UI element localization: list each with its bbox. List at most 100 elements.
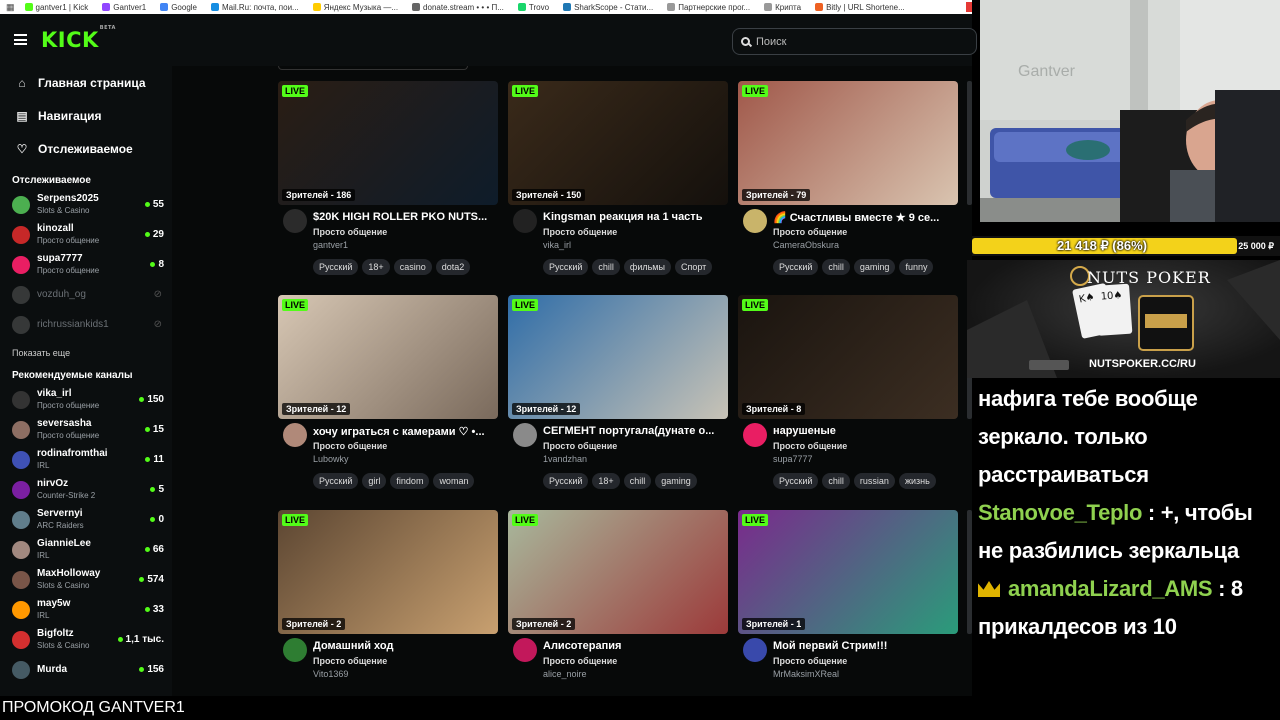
stream-category[interactable]: Просто общение <box>773 441 847 451</box>
kick-logo[interactable]: KICKBETA <box>41 25 115 52</box>
stream-thumbnail[interactable]: LIVE Зрителей - 12 <box>508 295 728 419</box>
avatar[interactable] <box>513 209 537 233</box>
sidebar-channel[interactable]: Servernyi ARC Raiders 0 <box>0 505 172 535</box>
sidebar-channel[interactable]: seversasha Просто общение 15 <box>0 415 172 445</box>
stream-category[interactable]: Просто общение <box>543 227 617 237</box>
sidebar-channel[interactable]: GiannieLee IRL 66 <box>0 535 172 565</box>
filter-dropdown[interactable] <box>278 66 468 70</box>
stream-username[interactable]: 1vandzhan <box>543 454 587 464</box>
avatar[interactable] <box>743 423 767 447</box>
stream-card[interactable]: LIVE Зрителей - 79 🌈 Счастливы вместе ★ 9 … <box>738 81 958 281</box>
sidebar-channel[interactable]: rodinafromthai IRL 11 <box>0 445 172 475</box>
sidebar-channel[interactable]: may5w IRL 33 <box>0 595 172 625</box>
stream-title[interactable]: Алисотерапия <box>543 640 723 652</box>
tag-chip[interactable]: russian <box>853 473 895 489</box>
sidebar-nav-item[interactable]: ⌂ Главная страница <box>0 66 172 99</box>
tag-chip[interactable]: woman <box>433 473 475 489</box>
stream-card[interactable]: LIVE Зрителей - 150 Kingsman реакция на 1 … <box>508 81 728 281</box>
search-input[interactable] <box>756 35 956 48</box>
stream-card[interactable]: LIVE Зрителей - 186 $20K HIGH ROLLER PKO N… <box>278 81 498 281</box>
sidebar-channel[interactable]: nirvOz Counter-Strike 2 5 <box>0 475 172 505</box>
show-more-link[interactable]: Показать еще <box>0 340 172 366</box>
stream-card[interactable]: LIVE Зрителей - 12 хочу играться с камерам… <box>278 295 498 495</box>
stream-thumbnail[interactable]: LIVE Зрителей - 186 <box>278 81 498 205</box>
bookmark-item[interactable]: SharkScope - Стати... <box>563 3 653 12</box>
tag-chip[interactable]: Русский <box>543 473 589 489</box>
tag-chip[interactable]: Русский <box>313 259 359 275</box>
stream-title[interactable]: 🌈 Счастливы вместе ★ 9 се... <box>773 211 953 224</box>
tag-chip[interactable]: Русский <box>543 259 589 275</box>
avatar[interactable] <box>743 638 767 662</box>
stream-title[interactable]: нарушеные <box>773 425 953 437</box>
tag-chip[interactable]: chill <box>822 473 850 489</box>
bookmark-item[interactable]: Trovo <box>517 3 549 12</box>
tag-chip[interactable]: funny <box>899 259 934 275</box>
stream-category[interactable]: Просто общение <box>543 441 617 451</box>
stream-username[interactable]: gantver1 <box>313 240 348 250</box>
stream-username[interactable]: Vito1369 <box>313 669 348 679</box>
bookmark-item[interactable]: Google <box>160 3 197 12</box>
stream-thumbnail[interactable]: LIVE Зрителей - 79 <box>738 81 958 205</box>
stream-card[interactable]: LIVE Зрителей - 2 Алисотерапия Просто общен… <box>508 510 728 696</box>
stream-category[interactable]: Просто общение <box>313 441 387 451</box>
search-box[interactable] <box>732 28 977 55</box>
stream-username[interactable]: CameraObskura <box>773 240 839 250</box>
stream-username[interactable]: alice_noire <box>543 669 587 679</box>
stream-card[interactable]: LIVE Зрителей - 12 СЕГМЕНТ португала(дунат… <box>508 295 728 495</box>
stream-username[interactable]: vika_irl <box>543 240 571 250</box>
stream-title[interactable]: $20K HIGH ROLLER PKO NUTS... <box>313 211 493 223</box>
stream-card[interactable]: LIVE Зрителей - 2 Домашний ход Просто общен… <box>278 510 498 696</box>
bookmark-item[interactable]: Gantver1 <box>102 3 146 12</box>
tag-chip[interactable]: chill <box>592 259 620 275</box>
stream-username[interactable]: supa7777 <box>773 454 813 464</box>
stream-category[interactable]: Просто общение <box>313 227 387 237</box>
bookmark-item[interactable]: donate.stream • • • П... <box>412 3 504 12</box>
tag-chip[interactable]: фильмы <box>623 259 671 275</box>
sidebar-nav-item[interactable]: ♡ Отслеживаемое <box>0 132 172 165</box>
tag-chip[interactable]: gaming <box>853 259 896 275</box>
stream-username[interactable]: Lubowky <box>313 454 349 464</box>
sidebar-channel[interactable]: Bigfoltz Slots & Casino 1,1 тыс. <box>0 625 172 655</box>
stream-thumbnail[interactable]: LIVE Зрителей - 2 <box>508 510 728 634</box>
avatar[interactable] <box>283 423 307 447</box>
stream-title[interactable]: хочу играться с камерами ♡ •... <box>313 425 493 438</box>
stream-thumbnail[interactable]: LIVE Зрителей - 2 <box>278 510 498 634</box>
apps-grid-icon[interactable]: ▦ <box>6 2 15 13</box>
avatar[interactable] <box>283 209 307 233</box>
bookmark-item[interactable]: gantver1 | Kick <box>24 3 88 12</box>
tag-chip[interactable]: dota2 <box>435 259 471 275</box>
stream-title[interactable]: СЕГМЕНТ португала(дунате о... <box>543 425 723 437</box>
tag-chip[interactable]: жизнь <box>898 473 936 489</box>
avatar[interactable] <box>743 209 767 233</box>
tag-chip[interactable]: chill <box>623 473 652 489</box>
stream-card[interactable]: LIVE Зрителей - 8 нарушеные Просто общение s… <box>738 295 958 495</box>
bookmark-item[interactable]: Партнерские прог... <box>667 3 750 12</box>
sidebar-channel-offline[interactable]: richrussiankids1 ⊘ <box>0 310 172 340</box>
sidebar-channel-offline[interactable]: vozduh_og ⊘ <box>0 280 172 310</box>
avatar[interactable] <box>283 638 307 662</box>
avatar[interactable] <box>513 423 537 447</box>
sidebar-nav-item[interactable]: ▤ Навигация <box>0 99 172 132</box>
tag-chip[interactable]: Спорт <box>674 259 713 275</box>
bookmark-item[interactable]: Bitly | URL Shortene... <box>815 3 905 12</box>
stream-thumbnail[interactable]: LIVE Зрителей - 8 <box>738 295 958 419</box>
tag-chip[interactable]: 18+ <box>592 473 620 489</box>
bookmark-item[interactable]: Mail.Ru: почта, пои... <box>211 3 299 12</box>
tag-chip[interactable]: 18+ <box>362 259 390 275</box>
tag-chip[interactable]: Русский <box>773 259 819 275</box>
tag-chip[interactable]: gaming <box>655 473 697 489</box>
sidebar-channel[interactable]: Serpens2025 Slots & Casino 55 <box>0 190 172 220</box>
stream-thumbnail[interactable]: LIVE Зрителей - 12 <box>278 295 498 419</box>
stream-title[interactable]: Домашний ход <box>313 640 493 652</box>
stream-category[interactable]: Просто общение <box>773 656 847 666</box>
hamburger-menu-icon[interactable] <box>14 34 27 45</box>
sidebar-channel[interactable]: vika_irl Просто общение 150 <box>0 385 172 415</box>
avatar[interactable] <box>513 638 537 662</box>
tag-chip[interactable]: Русский <box>313 473 359 489</box>
stream-thumbnail[interactable]: LIVE Зрителей - 1 <box>738 510 958 634</box>
sidebar-channel[interactable]: Murda 156 <box>0 655 172 685</box>
tag-chip[interactable]: girl <box>362 473 387 489</box>
bookmark-item[interactable]: Крипта <box>764 3 801 12</box>
stream-category[interactable]: Просто общение <box>543 656 617 666</box>
sidebar-channel[interactable]: MaxHolloway Slots & Casino 574 <box>0 565 172 595</box>
